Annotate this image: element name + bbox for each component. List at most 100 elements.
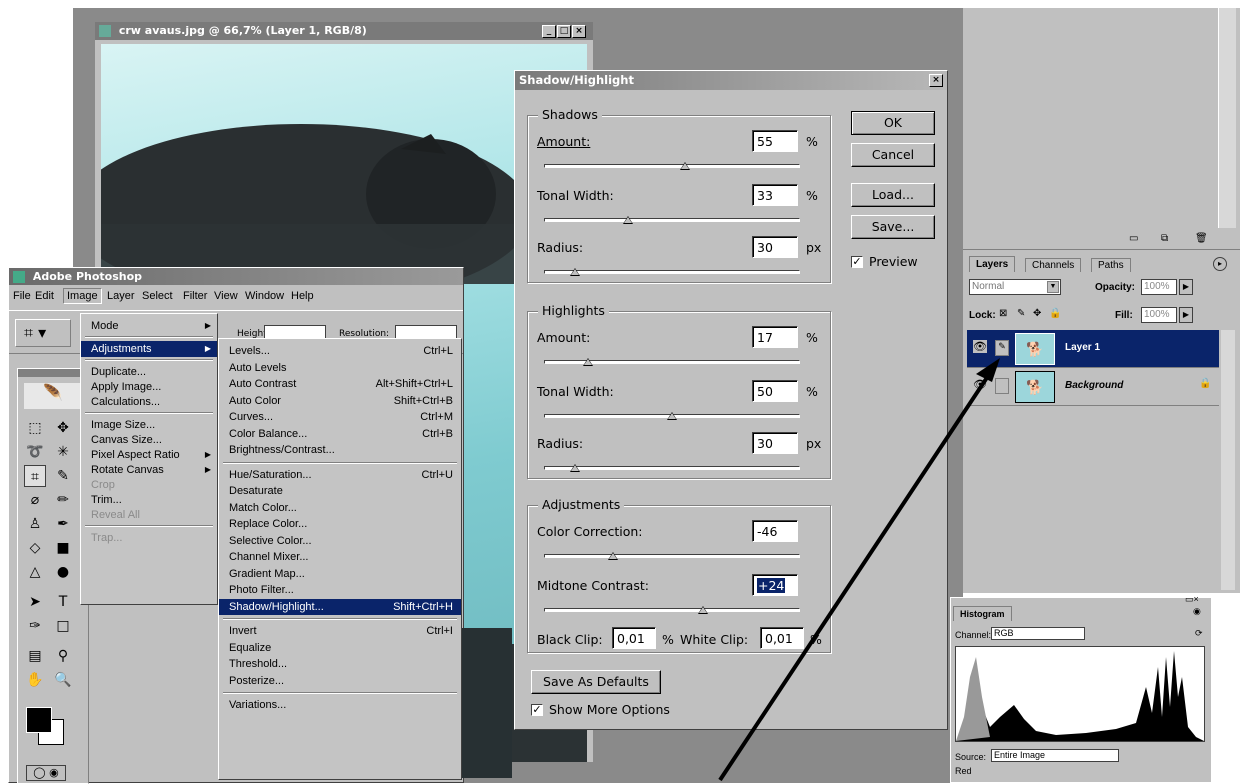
adjust-menu-auto-contrast[interactable]: Auto Contrast Alt+Shift+Ctrl+L: [219, 376, 461, 392]
menu-help[interactable]: Help: [291, 290, 314, 302]
image-menu-image-size[interactable]: Image Size...: [81, 417, 217, 433]
palette-menu-icon[interactable]: ▸: [1213, 257, 1227, 271]
zoom-tool-icon[interactable]: 🔍: [52, 669, 74, 691]
right-scrollbar[interactable]: [1218, 8, 1236, 228]
image-menu-trim[interactable]: Trim...: [81, 492, 217, 508]
adjust-menu-channel-mixer[interactable]: Channel Mixer...: [219, 549, 461, 565]
menu-select[interactable]: Select: [142, 290, 173, 302]
menu-image[interactable]: Image: [63, 288, 102, 304]
adjust-menu-desaturate[interactable]: Desaturate: [219, 483, 461, 499]
crop-tool-preset[interactable]: ⌗ ▾: [15, 319, 71, 347]
photoshop-titlebar[interactable]: Adobe Photoshop: [9, 268, 463, 285]
adjust-menu-levels[interactable]: Levels... Ctrl+L: [219, 343, 461, 359]
shadows-tonal-slider[interactable]: [544, 218, 800, 222]
menu-layer[interactable]: Layer: [107, 290, 135, 302]
black-clip-input[interactable]: 0,01: [612, 627, 656, 649]
notes-tool-icon[interactable]: ▤: [24, 645, 46, 667]
trash-icon[interactable]: 🗑: [1195, 233, 1208, 244]
magic-wand-icon[interactable]: ✳: [52, 441, 74, 463]
lock-all-icon[interactable]: 🔒: [1049, 308, 1061, 319]
lock-move-icon[interactable]: ✥: [1033, 308, 1041, 319]
histogram-menu-icon[interactable]: ◉: [1193, 606, 1201, 617]
new-set-icon[interactable]: ▭: [1129, 233, 1138, 244]
color-correction-thumb[interactable]: [608, 552, 619, 560]
adjust-menu-replace-color[interactable]: Replace Color...: [219, 516, 461, 532]
opacity-input[interactable]: 100%: [1141, 279, 1177, 295]
adjust-menu-curves[interactable]: Curves... Ctrl+M: [219, 409, 461, 425]
highlights-radius-thumb[interactable]: [569, 464, 580, 472]
image-menu-calculations[interactable]: Calculations...: [81, 394, 217, 410]
new-layer-icon[interactable]: ⧉: [1161, 233, 1168, 244]
pen-tool-icon[interactable]: ✑: [24, 615, 46, 637]
move-tool-icon[interactable]: ✥: [52, 417, 74, 439]
document-titlebar[interactable]: crw avaus.jpg @ 66,7% (Layer 1, RGB/8): [95, 22, 593, 40]
shadows-amount-slider[interactable]: [544, 164, 800, 168]
adjust-menu-hue-saturation[interactable]: Hue/Saturation... Ctrl+U: [219, 467, 461, 483]
layers-scrollbar[interactable]: [1221, 330, 1235, 590]
quick-mask-icon[interactable]: ◯ ◉: [26, 765, 66, 781]
shadows-radius-slider[interactable]: [544, 270, 800, 274]
tab-paths[interactable]: Paths: [1091, 258, 1131, 272]
image-menu-pixel-aspect-ratio[interactable]: Pixel Aspect Ratio ▶: [81, 447, 217, 463]
dodge-tool-icon[interactable]: ●: [52, 561, 74, 583]
preview-checkbox[interactable]: ✓: [851, 256, 863, 268]
adjust-menu-auto-levels[interactable]: Auto Levels: [219, 360, 461, 376]
gradient-tool-icon[interactable]: ■: [52, 537, 74, 559]
clone-stamp-icon[interactable]: ♙: [24, 513, 46, 535]
adjust-menu-photo-filter[interactable]: Photo Filter...: [219, 582, 461, 598]
dialog-close-button[interactable]: ×: [929, 74, 943, 87]
shadows-radius-input[interactable]: 30: [752, 236, 798, 258]
adjust-menu-match-color[interactable]: Match Color...: [219, 500, 461, 516]
ok-button[interactable]: OK: [851, 111, 935, 135]
adjust-menu-variations[interactable]: Variations...: [219, 697, 461, 713]
fill-input[interactable]: 100%: [1141, 307, 1177, 323]
hand-tool-icon[interactable]: ✋: [24, 669, 46, 691]
shadows-radius-thumb[interactable]: [569, 268, 580, 276]
foreground-color-swatch[interactable]: [26, 707, 52, 733]
image-menu-adjustments[interactable]: Adjustments ▶: [81, 341, 217, 357]
adjust-menu-equalize[interactable]: Equalize: [219, 640, 461, 656]
image-menu-rotate-canvas[interactable]: Rotate Canvas ▶: [81, 462, 217, 478]
image-menu-apply-image[interactable]: Apply Image...: [81, 379, 217, 395]
blur-tool-icon[interactable]: △: [24, 561, 46, 583]
image-menu-canvas-size[interactable]: Canvas Size...: [81, 432, 217, 448]
minimize-button[interactable]: _: [542, 25, 556, 38]
cancel-button[interactable]: Cancel: [851, 143, 935, 167]
load-button[interactable]: Load...: [851, 183, 935, 207]
adjust-menu-selective-color[interactable]: Selective Color...: [219, 533, 461, 549]
shadows-amount-thumb[interactable]: [679, 162, 690, 170]
menu-view[interactable]: View: [214, 290, 238, 302]
type-tool-icon[interactable]: T: [52, 591, 74, 613]
shadows-tonal-thumb[interactable]: [623, 216, 634, 224]
menu-edit[interactable]: Edit: [35, 290, 54, 302]
source-select[interactable]: Entire Image: [991, 749, 1119, 762]
opacity-arrow-icon[interactable]: ▶: [1179, 279, 1193, 295]
save-button[interactable]: Save...: [851, 215, 935, 239]
show-more-options-checkbox[interactable]: ✓: [531, 704, 543, 716]
dialog-titlebar[interactable]: Shadow/Highlight: [515, 71, 947, 90]
crop-tool-icon[interactable]: ⌗: [24, 465, 46, 487]
adjust-menu-shadow-highlight[interactable]: Shadow/Highlight... Shift+Ctrl+H: [219, 598, 461, 615]
eraser-tool-icon[interactable]: ◇: [24, 537, 46, 559]
fill-arrow-icon[interactable]: ▶: [1179, 307, 1193, 323]
menu-window[interactable]: Window: [245, 290, 284, 302]
adjust-menu-color-balance[interactable]: Color Balance... Ctrl+B: [219, 426, 461, 442]
highlights-amount-input[interactable]: 17: [752, 326, 798, 348]
lock-transparency-icon[interactable]: ⊠: [999, 308, 1007, 319]
shape-tool-icon[interactable]: □: [52, 615, 74, 637]
brush-tool-icon[interactable]: ✏: [52, 489, 74, 511]
adjust-menu-posterize[interactable]: Posterize...: [219, 673, 461, 689]
highlights-amount-thumb[interactable]: [582, 358, 593, 366]
lasso-tool-icon[interactable]: ➰: [24, 441, 46, 463]
image-menu-mode[interactable]: Mode ▶: [81, 318, 217, 334]
shadows-tonal-input[interactable]: 33: [752, 184, 798, 206]
tab-layers[interactable]: Layers: [969, 256, 1016, 272]
adjust-menu-invert[interactable]: Invert Ctrl+I: [219, 623, 461, 639]
adjust-menu-auto-color[interactable]: Auto Color Shift+Ctrl+B: [219, 393, 461, 409]
tab-channels[interactable]: Channels: [1025, 258, 1082, 272]
marquee-tool-icon[interactable]: ⬚: [24, 417, 46, 439]
close-button[interactable]: ×: [572, 25, 586, 38]
menu-filter[interactable]: Filter: [183, 290, 207, 302]
history-brush-icon[interactable]: ✒: [52, 513, 74, 535]
slice-tool-icon[interactable]: ✎: [52, 465, 74, 487]
